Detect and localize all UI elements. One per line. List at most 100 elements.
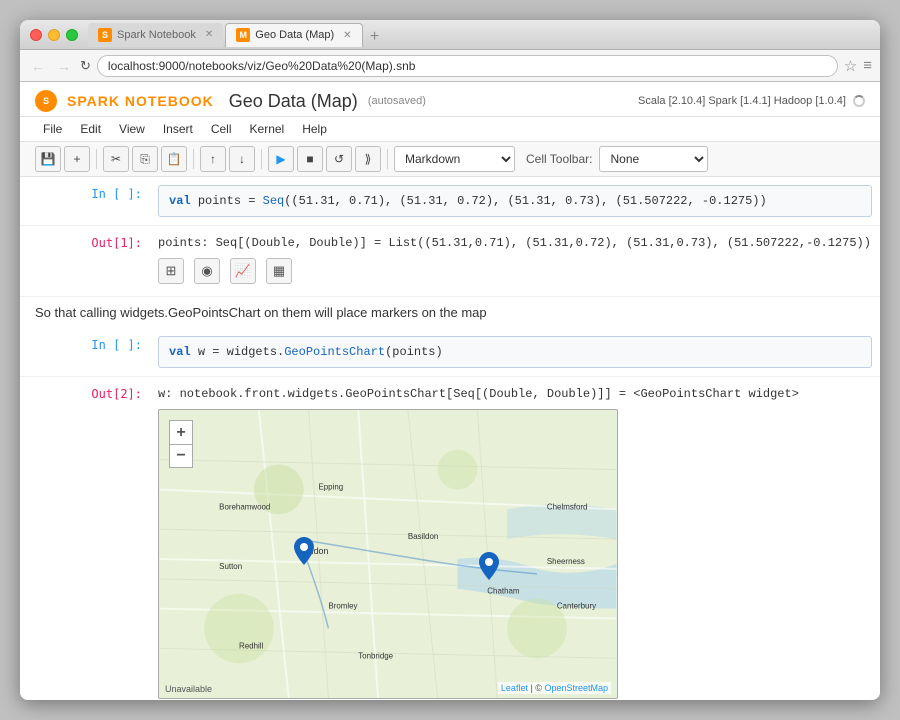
cut-button[interactable]: ✂	[103, 146, 129, 172]
tab-close-geo[interactable]: ✕	[343, 30, 351, 41]
notebook-body: S SpaRK NOTEBOOK Geo Data (Map) (autosav…	[20, 82, 880, 700]
leaflet-link[interactable]: Leaflet	[501, 683, 528, 693]
refresh-button[interactable]: ↻	[80, 58, 91, 74]
menu-help[interactable]: Help	[294, 119, 335, 139]
cell-2-output-content: w: notebook.front.widgets.GeoPointsChart…	[150, 381, 880, 700]
cell-1-in-label: In [ ]:	[20, 181, 150, 221]
svg-text:Chelmsford: Chelmsford	[547, 502, 588, 511]
toolbar: 💾 + ✂ ⎘ 📋 ↑ ↓ ▶ ■ ↺ ⟫ Markdown Code Raw …	[20, 142, 880, 177]
menu-kernel[interactable]: Kernel	[242, 119, 293, 139]
traffic-lights	[30, 29, 78, 41]
toolbar-separator-1	[96, 149, 97, 169]
pie-view-button[interactable]: ◉	[194, 258, 220, 284]
new-tab-button[interactable]: +	[365, 27, 385, 47]
cell-1-output-content: points: Seq[(Double, Double)] = List((51…	[150, 230, 880, 292]
toolbar-separator-4	[387, 149, 388, 169]
cell-type-select[interactable]: Markdown Code Raw NBConvert	[394, 146, 515, 172]
menu-view[interactable]: View	[111, 119, 153, 139]
restart-run-button[interactable]: ⟫	[355, 146, 381, 172]
tabs-bar: S Spark Notebook ✕ M Geo Data (Map) ✕ +	[88, 23, 820, 47]
browser-window: S Spark Notebook ✕ M Geo Data (Map) ✕ + …	[20, 20, 880, 700]
notebook-autosaved: (autosaved)	[368, 95, 426, 107]
copy-button[interactable]: ⎘	[132, 146, 158, 172]
bar-view-button[interactable]: ▦	[266, 258, 292, 284]
cell-toolbar-label: Cell Toolbar:	[526, 152, 592, 166]
notebook-version: Scala [2.10.4] Spark [1.4.1] Hadoop [1.0…	[638, 95, 865, 107]
line-view-button[interactable]: 📈	[230, 258, 256, 284]
zoom-out-button[interactable]: −	[169, 444, 193, 468]
brand-spark: SpaRK	[67, 93, 120, 109]
address-bar: ← → ↻ ☆ ≡	[20, 50, 880, 82]
url-bar[interactable]	[97, 55, 838, 77]
map-unavailable-text: Unavailable	[165, 684, 212, 694]
tab-close-spark[interactable]: ✕	[205, 29, 213, 40]
cell-1-output: Out[1]: points: Seq[(Double, Double)] = …	[20, 226, 880, 297]
map-attribution: Leaflet | © OpenStreetMap	[498, 682, 611, 694]
map-background: London Chelmsford Chatham Basildon Boreh…	[159, 410, 617, 698]
output-icons-1: ⊞ ◉ 📈 ▦	[158, 252, 872, 288]
cell-2-code[interactable]: val w = widgets.GeoPointsChart(points)	[158, 336, 872, 368]
close-button[interactable]	[30, 29, 42, 41]
cell-toolbar-select[interactable]: None Edit Metadata	[599, 146, 708, 172]
toolbar-separator-2	[193, 149, 194, 169]
table-view-button[interactable]: ⊞	[158, 258, 184, 284]
svg-text:Redhill: Redhill	[239, 641, 264, 650]
brand-notebook: NOTEBOOK	[120, 93, 214, 109]
cell-2-content: val w = widgets.GeoPointsChart(points)	[150, 332, 880, 372]
svg-text:Tonbridge: Tonbridge	[358, 651, 393, 660]
marker-london	[304, 565, 324, 596]
forward-button[interactable]: →	[54, 58, 74, 74]
svg-text:Bromley: Bromley	[328, 602, 357, 611]
map-widget: London Chelmsford Chatham Basildon Boreh…	[158, 409, 618, 699]
svg-text:Sutton: Sutton	[219, 562, 242, 571]
tab-spark-label: Spark Notebook	[117, 29, 196, 41]
cell-2-out-label: Out[2]:	[20, 381, 150, 700]
maximize-button[interactable]	[66, 29, 78, 41]
stop-button[interactable]: ■	[297, 146, 323, 172]
notebook-content: In [ ]: val points = Seq((51.31, 0.71), …	[20, 177, 880, 700]
cell-2-in-label: In [ ]:	[20, 332, 150, 372]
text-cell-content: So that calling widgets.GeoPointsChart o…	[35, 305, 487, 320]
notebook-logo: S	[35, 90, 57, 112]
minimize-button[interactable]	[48, 29, 60, 41]
cell-1-content: val points = Seq((51.31, 0.71), (51.31, …	[150, 181, 880, 221]
restart-button[interactable]: ↺	[326, 146, 352, 172]
svg-text:Epping: Epping	[318, 482, 343, 491]
menu-insert[interactable]: Insert	[155, 119, 201, 139]
back-button[interactable]: ←	[28, 58, 48, 74]
cell-1-out-label: Out[1]:	[20, 230, 150, 292]
menu-bar: File Edit View Insert Cell Kernel Help	[20, 117, 880, 142]
menu-file[interactable]: File	[35, 119, 70, 139]
tab-geo-data[interactable]: M Geo Data (Map) ✕	[225, 23, 362, 47]
cell-1-output-text: points: Seq[(Double, Double)] = List((51…	[158, 234, 872, 252]
menu-edit[interactable]: Edit	[72, 119, 109, 139]
svg-text:Basildon: Basildon	[408, 532, 438, 541]
run-button[interactable]: ▶	[268, 146, 294, 172]
map-controls: + −	[169, 420, 193, 468]
browser-menu-button[interactable]: ≡	[863, 57, 872, 74]
tab-spark-notebook[interactable]: S Spark Notebook ✕	[88, 23, 223, 47]
add-cell-button[interactable]: +	[64, 146, 90, 172]
cell-2-output: Out[2]: w: notebook.front.widgets.GeoPoi…	[20, 377, 880, 700]
cell-2: In [ ]: val w = widgets.GeoPointsChart(p…	[20, 328, 880, 377]
move-down-button[interactable]: ↓	[229, 146, 255, 172]
cell-1-code[interactable]: val points = Seq((51.31, 0.71), (51.31, …	[158, 185, 872, 217]
move-up-button[interactable]: ↑	[200, 146, 226, 172]
marker-kent	[489, 580, 509, 611]
cell-1: In [ ]: val points = Seq((51.31, 0.71), …	[20, 177, 880, 226]
kernel-spinner-icon	[853, 95, 865, 107]
bookmark-button[interactable]: ☆	[844, 57, 857, 75]
text-cell-1: So that calling widgets.GeoPointsChart o…	[20, 297, 880, 328]
cell-2-output-text: w: notebook.front.widgets.GeoPointsChart…	[158, 385, 872, 403]
paste-button[interactable]: 📋	[161, 146, 187, 172]
osm-link[interactable]: OpenStreetMap	[544, 683, 608, 693]
tab-favicon-geo: M	[236, 28, 250, 42]
menu-cell[interactable]: Cell	[203, 119, 240, 139]
notebook-brand: SpaRK NOTEBOOK	[67, 93, 214, 109]
save-button[interactable]: 💾	[35, 146, 61, 172]
tab-geo-label: Geo Data (Map)	[255, 29, 334, 41]
notebook-header: S SpaRK NOTEBOOK Geo Data (Map) (autosav…	[20, 82, 880, 117]
svg-text:Borehamwood: Borehamwood	[219, 502, 270, 511]
zoom-in-button[interactable]: +	[169, 420, 193, 444]
toolbar-separator-3	[261, 149, 262, 169]
